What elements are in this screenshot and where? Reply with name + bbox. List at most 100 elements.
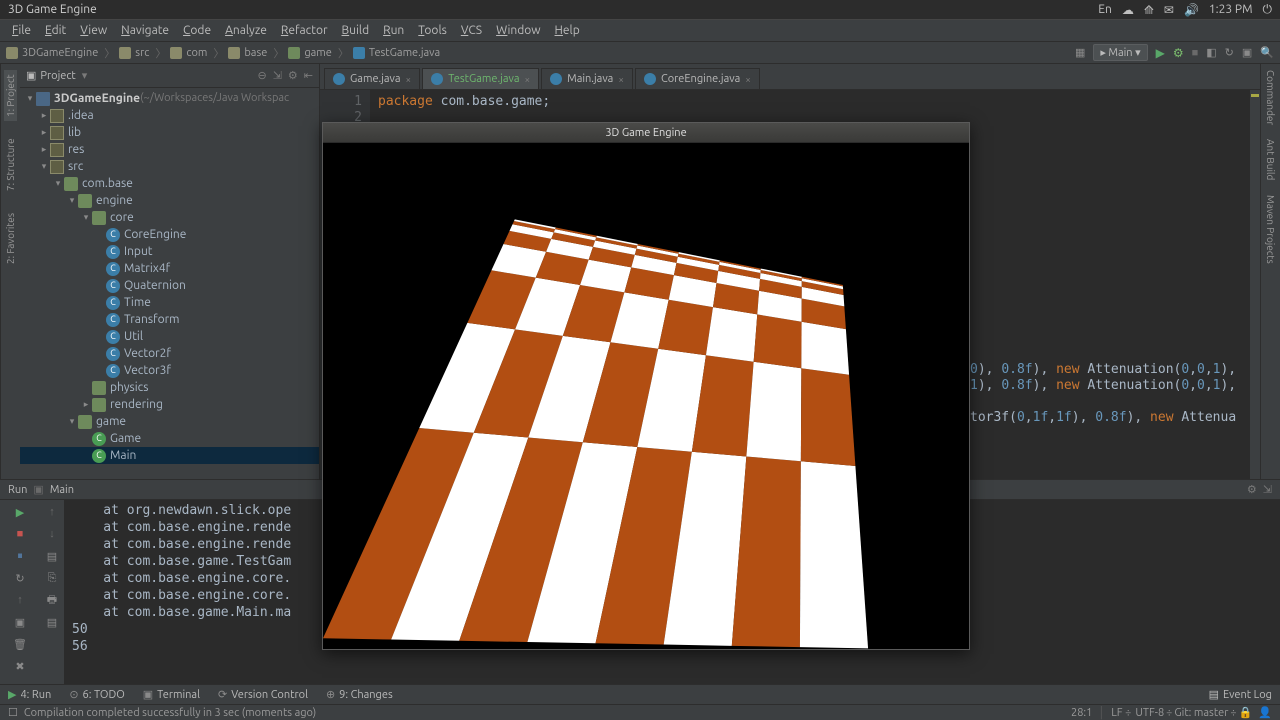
lock-icon[interactable]: 🔒 (1239, 706, 1253, 719)
breadcrumb-item[interactable]: 〉game (273, 45, 332, 61)
refresh-icon[interactable]: ↻ (1225, 46, 1234, 59)
tree-node-vector2f[interactable]: CVector2f (20, 345, 319, 362)
debug-button[interactable]: ⚙ (1173, 46, 1184, 60)
stop-run-button[interactable]: ■ (12, 526, 28, 542)
trash-icon[interactable]: 🗑 (12, 636, 28, 652)
tree-node-core[interactable]: ▾core (20, 209, 319, 226)
tree-node-src[interactable]: ▾src (20, 158, 319, 175)
pin-icon[interactable]: ✖ (12, 658, 28, 674)
run-toolbar-2[interactable]: ↑ ↓ ▤ ⎘ 🖶 ▤ (40, 500, 64, 684)
tree-node-transform[interactable]: CTransform (20, 311, 319, 328)
editor-tab[interactable]: Main.java× (541, 68, 633, 89)
menu-run[interactable]: Run (377, 22, 410, 39)
menu-build[interactable]: Build (336, 22, 376, 39)
menu-window[interactable]: Window (490, 22, 546, 39)
menu-code[interactable]: Code (177, 22, 217, 39)
run-button[interactable]: ▶ (1156, 46, 1165, 60)
hide-icon[interactable]: ⇤ (304, 69, 313, 82)
tree-node-coreengine[interactable]: CCoreEngine (20, 226, 319, 243)
lang-indicator[interactable]: En (1098, 3, 1112, 16)
menu-file[interactable]: File (6, 22, 37, 39)
tree-node-quaternion[interactable]: CQuaternion (20, 277, 319, 294)
hat-icon[interactable]: 👤 (1258, 706, 1272, 719)
layout-icon[interactable]: ▣ (1242, 46, 1252, 59)
tree-node-time[interactable]: CTime (20, 294, 319, 311)
clock[interactable]: 1:23 PM (1209, 3, 1253, 16)
bottom-tool-terminal[interactable]: ▣Terminal (143, 688, 200, 701)
error-stripe[interactable] (1250, 90, 1260, 479)
breadcrumb-item[interactable]: 〉src (104, 45, 149, 61)
breadcrumb-item[interactable]: 〉TestGame.java (338, 45, 440, 61)
encoding[interactable]: UTF-8 (1135, 707, 1164, 719)
tree-node-physics[interactable]: physics (20, 379, 319, 396)
menu-analyze[interactable]: Analyze (219, 22, 273, 39)
gear-icon[interactable]: ⚙ (288, 69, 298, 82)
bottom-tool-run[interactable]: ▶4: Run (8, 688, 51, 701)
updates-icon[interactable]: ⟰ (1144, 3, 1154, 17)
tree-node-util[interactable]: CUtil (20, 328, 319, 345)
bottom-tool-versioncontrol[interactable]: ⟳Version Control (218, 688, 308, 701)
editor-tab[interactable]: CoreEngine.java× (635, 68, 760, 89)
restore-icon[interactable]: ↻ (12, 570, 28, 586)
bottom-tool-todo[interactable]: ⊙6: TODO (69, 688, 124, 701)
autoscroll-icon[interactable]: ⇲ (273, 69, 282, 82)
menu-refactor[interactable]: Refactor (275, 22, 334, 39)
menu-tools[interactable]: Tools (412, 22, 453, 39)
breadcrumb-item[interactable]: 3DGameEngine (6, 45, 98, 61)
pause-button[interactable]: ⏸ (12, 548, 28, 564)
menu-view[interactable]: View (74, 22, 113, 39)
menu-vcs[interactable]: VCS (455, 22, 488, 39)
cov-icon[interactable]: ◧ (1206, 46, 1216, 59)
right-tool-tabs[interactable]: Commander Ant Build Maven Projects (1260, 64, 1280, 479)
tree-node-vector3f[interactable]: CVector3f (20, 362, 319, 379)
tree-node-game[interactable]: ▾game (20, 413, 319, 430)
tree-node-input[interactable]: CInput (20, 243, 319, 260)
tool-commander[interactable]: Commander (1265, 70, 1276, 125)
run-min-icon[interactable]: ⇲ (1263, 483, 1272, 496)
tree-node-game[interactable]: CGame (20, 430, 319, 447)
run-gear-icon[interactable]: ⚙ (1247, 483, 1257, 496)
menu-edit[interactable]: Edit (39, 22, 72, 39)
up-icon[interactable]: ↑ (12, 592, 28, 608)
menu-navigate[interactable]: Navigate (115, 22, 175, 39)
editor-tab[interactable]: Game.java× (324, 68, 420, 89)
collapse-icon[interactable]: ⊖ (257, 69, 266, 82)
run-toolbar[interactable]: ▶ ■ ⏸ ↻ ↑ ▣ 🗑 ✖ (0, 500, 40, 684)
breadcrumb-item[interactable]: 〉base (213, 45, 267, 61)
mail-icon[interactable]: ✉ (1164, 3, 1174, 17)
tree-node-lib[interactable]: ▸lib (20, 124, 319, 141)
editor-tabs[interactable]: Game.java×TestGame.java×Main.java×CoreEn… (320, 64, 1260, 90)
status-notify-icon[interactable]: ☐ (8, 706, 18, 719)
git-branch[interactable]: Git: master (1174, 707, 1228, 719)
game-window[interactable]: 3D Game Engine (322, 122, 970, 650)
event-log-button[interactable]: ▤ Event Log (1209, 688, 1272, 701)
search-icon[interactable]: 🔍 (1260, 46, 1274, 59)
tree-node-main[interactable]: CMain (20, 447, 319, 464)
line-ending[interactable]: LF ÷ (1111, 707, 1131, 719)
editor-tab[interactable]: TestGame.java× (422, 68, 539, 89)
tool-maven[interactable]: Maven Projects (1265, 195, 1276, 264)
tool-favorites[interactable]: 2: Favorites (4, 209, 17, 268)
tree-node-rendering[interactable]: ▸rendering (20, 396, 319, 413)
cloud-icon[interactable]: ☁ (1122, 3, 1134, 17)
bottom-tool-changes[interactable]: ⊕9: Changes (326, 688, 393, 701)
game-window-title[interactable]: 3D Game Engine (323, 123, 969, 143)
power-icon[interactable]: ⏻ (1263, 3, 1273, 17)
tree-node-res[interactable]: ▸res (20, 141, 319, 158)
tree-node-com.base[interactable]: ▾com.base (20, 175, 319, 192)
tree-node-engine[interactable]: ▾engine (20, 192, 319, 209)
run-config-select[interactable]: ▸ Main ▾ (1093, 44, 1147, 61)
tool-project[interactable]: 1: Project (4, 70, 17, 121)
left-tool-tabs[interactable]: 2: Favorites 7: Structure 1: Project (0, 64, 20, 479)
tree-node-.idea[interactable]: ▸.idea (20, 107, 319, 124)
rerun-button[interactable]: ▶ (12, 504, 28, 520)
tree-node-matrix4f[interactable]: CMatrix4f (20, 260, 319, 277)
build-icon[interactable]: ▦ (1075, 46, 1085, 59)
project-tree[interactable]: ▾3DGameEngine (~/Workspaces/Java Workspa… (20, 88, 319, 479)
volume-icon[interactable]: 🔊 (1184, 3, 1199, 17)
tool-structure[interactable]: 7: Structure (4, 135, 17, 196)
breadcrumb-item[interactable]: 〉com (155, 45, 207, 61)
dump-icon[interactable]: ▣ (12, 614, 28, 630)
menu-help[interactable]: Help (549, 22, 586, 39)
tool-ant[interactable]: Ant Build (1265, 139, 1276, 180)
